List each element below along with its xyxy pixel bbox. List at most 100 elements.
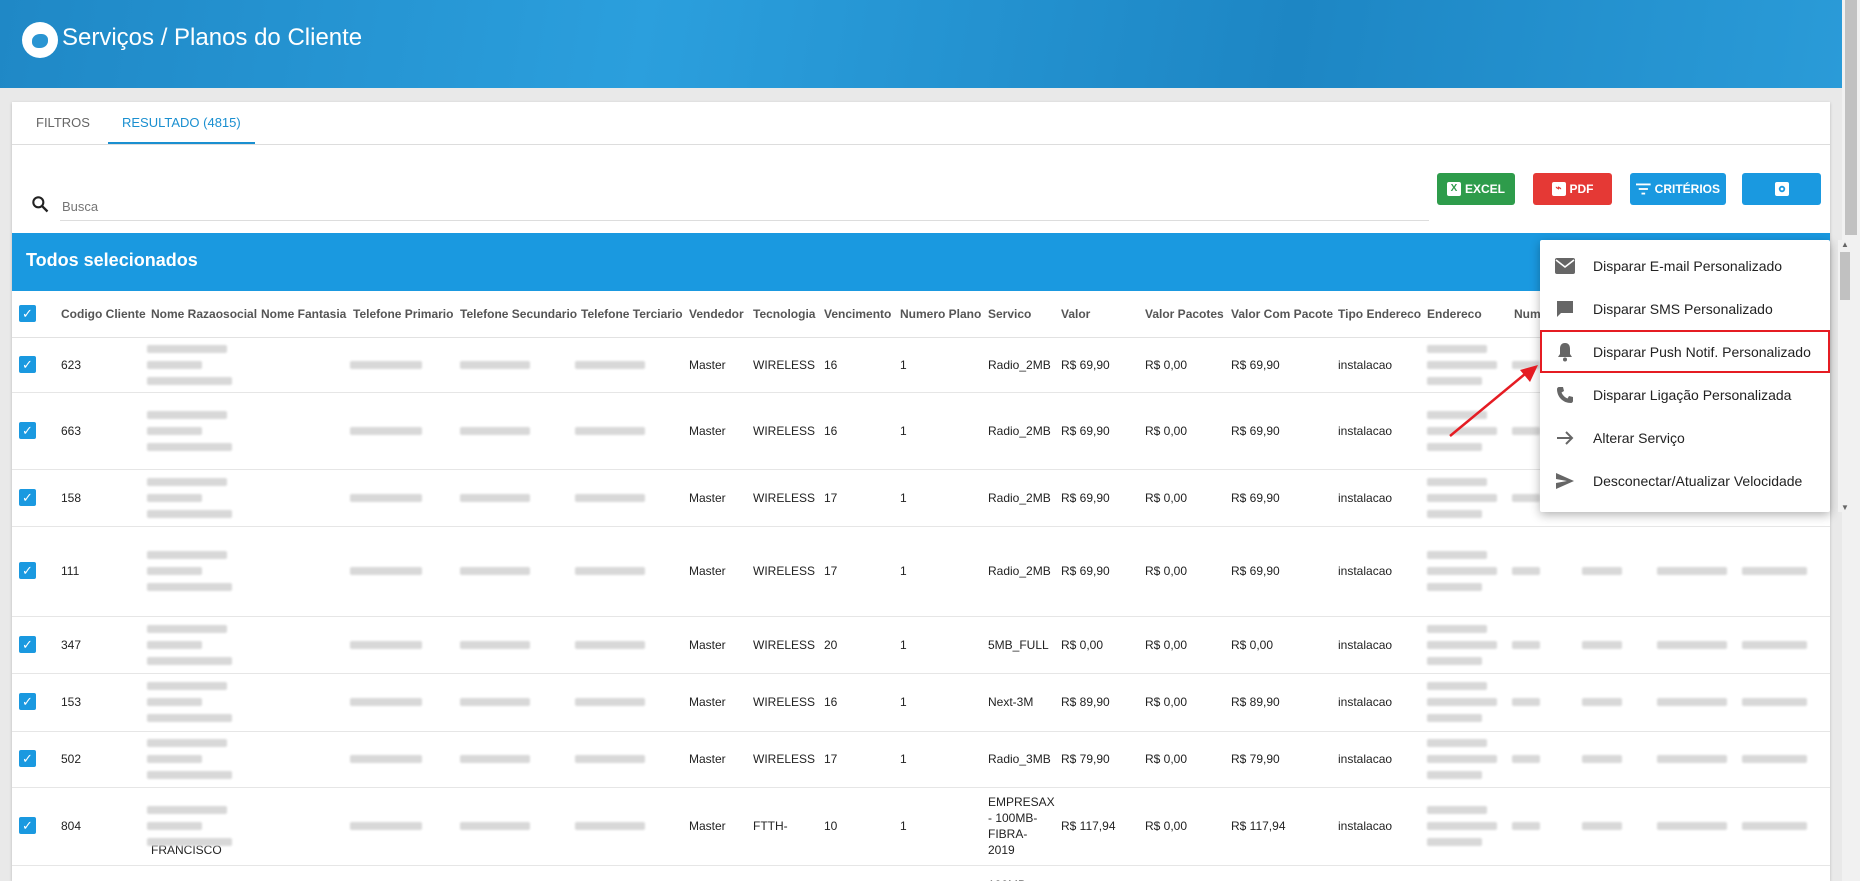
redacted-text xyxy=(147,567,202,575)
col-vencimento[interactable]: Vencimento xyxy=(824,291,891,337)
table-row[interactable]: ✓ 347 Master WIRELESS 20 1 R$ 0,00 R$ 0,00 R$ 0,… xyxy=(12,616,1830,674)
redacted-text xyxy=(1427,656,1482,665)
criterios-button[interactable]: CRITÉRIOS xyxy=(1630,173,1726,205)
menu-item-ligacao[interactable]: Disparar Ligação Personalizada xyxy=(1540,373,1830,416)
menu-item-sms[interactable]: Disparar SMS Personalizado xyxy=(1540,287,1830,330)
col-valor[interactable]: Valor xyxy=(1061,291,1090,337)
redacted-text xyxy=(147,376,232,385)
redacted-text xyxy=(1512,493,1540,502)
pdf-button[interactable]: ⌁ PDF xyxy=(1533,173,1612,205)
col-numero-plano[interactable]: Numero Plano xyxy=(900,291,981,337)
redacted-text xyxy=(147,656,232,665)
cell-valor: R$ 69,90 xyxy=(1061,564,1110,578)
tab-resultado[interactable]: RESULTADO (4815) xyxy=(108,102,255,144)
selection-label: Todos selecionados xyxy=(26,250,198,270)
cell-tipo: instalacao xyxy=(1338,819,1393,833)
row-checkbox[interactable]: ✓ xyxy=(19,488,36,506)
arrow-right-icon xyxy=(1555,428,1575,448)
redacted-text xyxy=(460,822,530,830)
redacted-text xyxy=(1427,771,1482,779)
col-valor-pacotes[interactable]: Valor Pacotes xyxy=(1145,291,1224,337)
cell-servico: Radio_2MB xyxy=(988,357,1051,372)
excel-button-label: EXCEL xyxy=(1464,182,1505,196)
row-checkbox[interactable]: ✓ xyxy=(19,635,36,653)
col-nome-razaosocial[interactable]: Nome Razaosocial xyxy=(151,291,257,337)
row-checkbox[interactable]: ✓ xyxy=(19,355,36,373)
cell-tipo: instalacao xyxy=(1338,752,1393,766)
cell-tecnologia: WIRELESS xyxy=(753,637,816,652)
row-checkbox[interactable]: ✓ xyxy=(19,421,36,439)
bell-icon xyxy=(1555,342,1575,362)
cell-vendedor: Master xyxy=(689,752,726,766)
col-tecnologia[interactable]: Tecnologia xyxy=(753,291,815,337)
menu-item-desconectar-label: Desconectar/Atualizar Velocidade xyxy=(1593,472,1803,489)
redacted-text xyxy=(350,698,422,706)
redacted-text xyxy=(350,360,422,369)
menu-item-desconectar[interactable]: Desconectar/Atualizar Velocidade xyxy=(1540,459,1830,502)
table-row[interactable]: ✓ 804 Master FTTH- 10 1 R$ 117,94 R$ 0,00 R$ 117… xyxy=(12,787,1830,866)
cell-vendedor: Master xyxy=(689,490,726,505)
table-row[interactable]: 100MB- xyxy=(12,865,1830,881)
redacted-text xyxy=(1742,698,1807,706)
menu-item-email[interactable]: Disparar E-mail Personalizado xyxy=(1540,244,1830,287)
cell-codigo: 804 xyxy=(61,819,82,833)
col-endereco[interactable]: Endereco xyxy=(1427,291,1482,337)
table-row[interactable]: ✓ 111 Master WIRELESS 17 1 R$ 69,90 R$ 0,00 R$ 6… xyxy=(12,526,1830,617)
redacted-text xyxy=(147,583,232,591)
cell-servico: 2019 xyxy=(988,843,1015,857)
redacted-text xyxy=(147,477,227,486)
redacted-text xyxy=(1582,640,1622,649)
menu-scroll-down-icon[interactable]: ▼ xyxy=(1841,503,1849,512)
cell-vencimento: 17 xyxy=(824,752,838,766)
row-checkbox[interactable]: ✓ xyxy=(19,562,36,579)
cell-compacote: R$ 69,90 xyxy=(1231,564,1280,578)
menu-item-alterar-servico[interactable]: Alterar Serviço xyxy=(1540,416,1830,459)
cell-codigo: 158 xyxy=(61,490,82,505)
col-valor-com-pacote[interactable]: Valor Com Pacote xyxy=(1231,291,1333,337)
cell-compacote: R$ 89,90 xyxy=(1231,695,1280,709)
select-all-checkbox[interactable]: ✓ xyxy=(19,305,36,322)
search-input[interactable] xyxy=(60,192,1429,221)
col-codigo-cliente[interactable]: Codigo Cliente xyxy=(61,291,146,337)
table-row[interactable]: ✓ 502 Master WIRELESS 17 1 R$ 79,90 R$ 0,00 R$ 7… xyxy=(12,731,1830,788)
redacted-text xyxy=(1427,567,1497,575)
row-checkbox[interactable]: ✓ xyxy=(19,750,36,767)
excel-button[interactable]: X EXCEL xyxy=(1437,173,1515,205)
page-scrollbar-thumb[interactable] xyxy=(1845,0,1857,235)
redacted-text xyxy=(147,640,202,649)
cell-servico: EMPRESAX xyxy=(988,795,1055,809)
row-checkbox[interactable]: ✓ xyxy=(19,693,36,710)
col-telefone-secundario[interactable]: Telefone Secundario xyxy=(460,291,577,337)
redacted-text xyxy=(575,755,645,763)
cell-pacotes: R$ 0,00 xyxy=(1145,637,1188,652)
menu-scroll-up-icon[interactable]: ▲ xyxy=(1841,240,1849,249)
tab-filtros[interactable]: FILTROS xyxy=(22,102,104,144)
cell-pacotes: R$ 0,00 xyxy=(1145,564,1188,578)
cell-vendedor: Master xyxy=(689,564,726,578)
menu-scrollbar[interactable]: ▲ ▼ xyxy=(1838,240,1852,512)
settings-button[interactable] xyxy=(1742,173,1821,205)
redacted-text xyxy=(1742,567,1807,575)
col-nome-fantasia[interactable]: Nome Fantasia xyxy=(261,291,346,337)
table-row[interactable]: ✓ 153 Master WIRELESS 16 1 R$ 89,90 R$ 0,00 R$ 8… xyxy=(12,673,1830,732)
col-telefone-primario[interactable]: Telefone Primario xyxy=(353,291,453,337)
menu-scrollbar-thumb[interactable] xyxy=(1840,252,1850,300)
row-checkbox[interactable]: ✓ xyxy=(19,817,36,834)
col-tipo-endereco[interactable]: Tipo Endereco xyxy=(1338,291,1421,337)
cell-servico: 5MB_FULL xyxy=(988,637,1049,652)
cell-pacotes: R$ 0,00 xyxy=(1145,490,1188,505)
cell-tipo: instalacao xyxy=(1338,357,1393,372)
cell-valor: R$ 69,90 xyxy=(1061,490,1110,505)
col-vendedor[interactable]: Vendedor xyxy=(689,291,744,337)
redacted-text xyxy=(460,493,530,502)
redacted-text xyxy=(1512,567,1540,575)
col-servico[interactable]: Servico xyxy=(988,291,1031,337)
col-num[interactable]: Num xyxy=(1514,291,1541,337)
redacted-text xyxy=(1427,739,1487,747)
redacted-text xyxy=(1427,442,1482,451)
redacted-text xyxy=(1657,698,1727,706)
cell-tecnologia: WIRELESS xyxy=(753,357,816,372)
cell-compacote: R$ 117,94 xyxy=(1231,819,1286,833)
col-telefone-terciario[interactable]: Telefone Terciario xyxy=(581,291,683,337)
menu-item-push[interactable]: Disparar Push Notif. Personalizado xyxy=(1540,330,1830,373)
